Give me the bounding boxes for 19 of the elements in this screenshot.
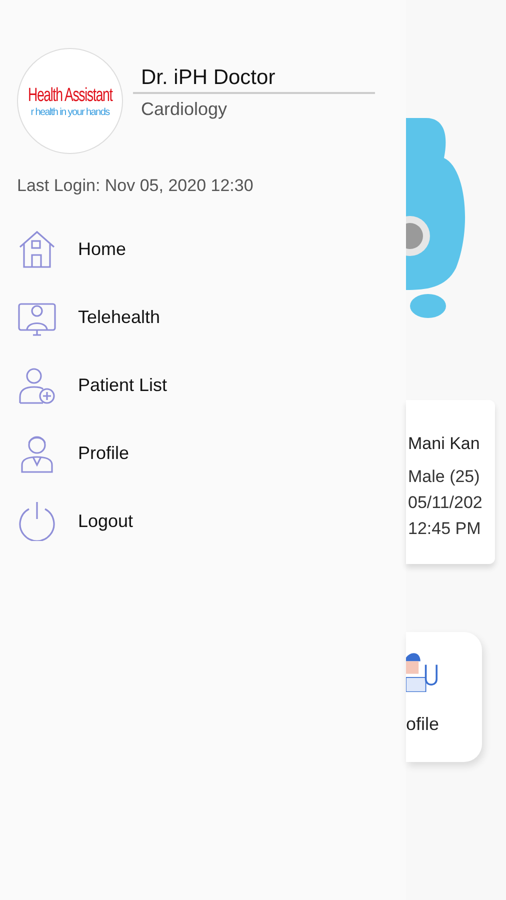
menu-item[interactable]: Patient List [17,364,406,406]
menu-item[interactable]: Profile [17,432,406,474]
patient-detail: Male (25) [408,466,481,488]
house-icon [17,229,57,269]
menu-item[interactable]: Telehealth [17,296,406,338]
menu-item[interactable]: Home [17,228,406,270]
last-login: Last Login: Nov 05, 2020 12:30 [17,176,254,196]
doctor-name: Dr. iPH Doctor [133,66,375,94]
logo: Health Assistant r health in your hands [17,48,123,154]
specialty: Cardiology [140,98,228,120]
power-icon [17,501,57,541]
person-plus-icon [17,365,57,405]
menu-item[interactable]: Logout [17,500,406,542]
tile-label: ofile [406,714,440,735]
patient-detail: 05/11/202 [408,492,484,514]
profile-tile[interactable]: ofile [406,632,482,762]
patient-detail: 12:45 PM [408,518,482,540]
appointment-card[interactable]: Mani Kan Male (25) 05/11/202 12:45 PM [406,400,495,564]
patient-name: Mani Kan [408,434,481,454]
